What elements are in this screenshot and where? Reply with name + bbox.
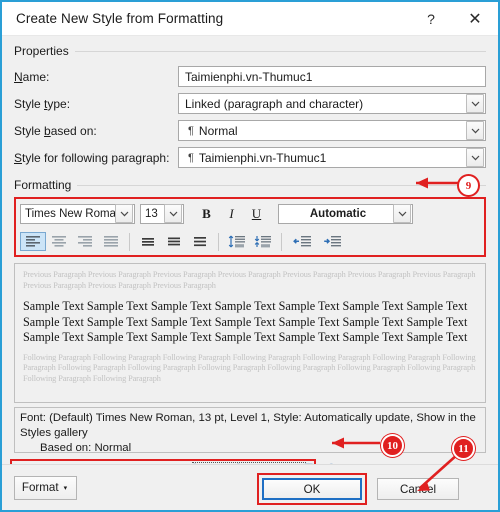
align-justify-button[interactable] — [98, 232, 124, 251]
title-bar-buttons: ? ✕ — [410, 2, 498, 35]
callout-arrow-10 — [332, 437, 380, 449]
preview-sample-text: Sample Text Sample Text Sample Text Samp… — [23, 299, 468, 344]
line-spacing-1-5-button[interactable] — [161, 232, 187, 251]
italic-button[interactable]: I — [219, 204, 244, 224]
properties-group-header: Properties — [14, 44, 486, 58]
callout-arrow-9 — [416, 177, 460, 189]
increase-indent-button[interactable] — [317, 232, 347, 251]
style-based-on-label-post: ased on: — [50, 123, 97, 138]
field-row-style-based-on: Style based on: ¶ Normal — [14, 119, 486, 142]
style-type-label-post: ype: — [47, 96, 71, 111]
font-color-value: Automatic — [309, 207, 367, 220]
style-type-dropdown[interactable]: Linked (paragraph and character) — [178, 93, 486, 114]
style-based-on-label-accelerator: b — [44, 123, 51, 138]
name-input[interactable]: Taimienphi.vn-Thumuc1 — [178, 66, 486, 87]
chevron-down-icon[interactable] — [164, 204, 182, 223]
chevron-down-icon[interactable] — [393, 204, 411, 223]
font-style-buttons: B I U — [194, 204, 269, 224]
align-left-button[interactable] — [20, 232, 46, 251]
field-row-name: Name: Taimienphi.vn-Thumuc1 — [14, 65, 486, 88]
callout-badge-11: 11 — [452, 437, 475, 460]
style-following-label-post: tyle for following paragraph: — [22, 150, 170, 165]
style-based-on-value: Normal — [198, 123, 238, 138]
decrease-indent-button[interactable] — [287, 232, 317, 251]
font-family-value: Times New Roman — [25, 207, 115, 220]
font-family-dropdown[interactable]: Times New Roman — [20, 203, 135, 224]
properties-label: Properties — [14, 44, 69, 58]
toolbar-separator — [281, 232, 282, 251]
formatting-toolbar-row-2 — [20, 231, 480, 252]
pilcrow-icon: ¶ — [188, 124, 194, 137]
toolbar-separator — [218, 232, 219, 251]
font-size-dropdown[interactable]: 13 — [140, 203, 184, 224]
chevron-down-icon[interactable] — [466, 121, 484, 140]
field-row-style-following: Style for following paragraph: ¶ Taimien… — [14, 146, 486, 169]
ok-button[interactable]: OK — [262, 478, 362, 500]
description-line-1: Font: (Default) Times New Roman, 13 pt, … — [20, 412, 476, 439]
preview-previous-paragraph: Previous Paragraph Previous Paragraph Pr… — [23, 270, 476, 290]
formatting-label: Formatting — [14, 178, 72, 192]
line-spacing-double-button[interactable] — [187, 232, 213, 251]
callout-badge-10: 10 — [381, 434, 404, 457]
title-bar: Create New Style from Formatting ? ✕ — [2, 2, 498, 36]
formatting-toolbar-highlight: Times New Roman 13 B I U Automatic — [14, 197, 486, 257]
dialog-title: Create New Style from Formatting — [16, 11, 224, 26]
style-type-value: Linked (paragraph and character) — [185, 96, 364, 111]
name-label-text: ame: — [22, 69, 50, 84]
style-based-on-dropdown[interactable]: ¶ Normal — [178, 120, 486, 141]
close-icon[interactable]: ✕ — [452, 2, 498, 35]
style-following-dropdown[interactable]: ¶ Taimienphi.vn-Thumuc1 — [178, 147, 486, 168]
style-type-label-pre: Style — [14, 96, 45, 111]
font-color-dropdown[interactable]: Automatic — [278, 203, 413, 224]
chevron-down-icon[interactable] — [466, 94, 484, 113]
align-right-button[interactable] — [72, 232, 98, 251]
style-following-label-accelerator: S — [14, 150, 23, 165]
format-button[interactable]: Format ▾ — [14, 475, 77, 500]
properties-divider — [74, 50, 486, 52]
bold-button[interactable]: B — [194, 204, 219, 224]
formatting-toolbar-row-1: Times New Roman 13 B I U Automatic — [20, 202, 480, 225]
chevron-down-icon[interactable] — [115, 204, 133, 223]
field-row-style-type: Style type: Linked (paragraph and charac… — [14, 92, 486, 115]
name-input-value: Taimienphi.vn-Thumuc1 — [185, 69, 313, 84]
toolbar-separator — [129, 232, 130, 251]
style-based-on-label-pre: Style — [14, 123, 45, 138]
style-based-on-label: Style based on: — [14, 124, 178, 138]
align-center-button[interactable] — [46, 232, 72, 251]
pilcrow-icon: ¶ — [188, 151, 194, 164]
style-preview-pane: Previous Paragraph Previous Paragraph Pr… — [14, 263, 486, 403]
increase-paragraph-spacing-button[interactable] — [250, 232, 276, 251]
preview-following-paragraph: Following Paragraph Following Paragraph … — [23, 352, 476, 383]
chevron-down-icon: ▾ — [63, 484, 68, 492]
chevron-down-icon[interactable] — [466, 148, 484, 167]
style-following-value: Taimienphi.vn-Thumuc1 — [198, 150, 327, 165]
help-icon[interactable]: ? — [410, 2, 452, 35]
format-button-label: Format — [21, 481, 59, 494]
name-label-accelerator: N — [14, 69, 23, 84]
name-label: Name: — [14, 70, 178, 84]
font-size-value: 13 — [145, 207, 158, 220]
style-following-label: Style for following paragraph: — [14, 151, 178, 165]
properties-fields: Name: Taimienphi.vn-Thumuc1 Style type: … — [2, 65, 498, 169]
underline-button[interactable]: U — [244, 204, 269, 224]
style-type-label: Style type: — [14, 97, 178, 111]
callout-badge-9: 9 — [457, 174, 480, 197]
decrease-paragraph-spacing-button[interactable] — [224, 232, 250, 251]
line-spacing-single-button[interactable] — [135, 232, 161, 251]
create-new-style-dialog: Create New Style from Formatting ? ✕ Pro… — [0, 0, 500, 512]
